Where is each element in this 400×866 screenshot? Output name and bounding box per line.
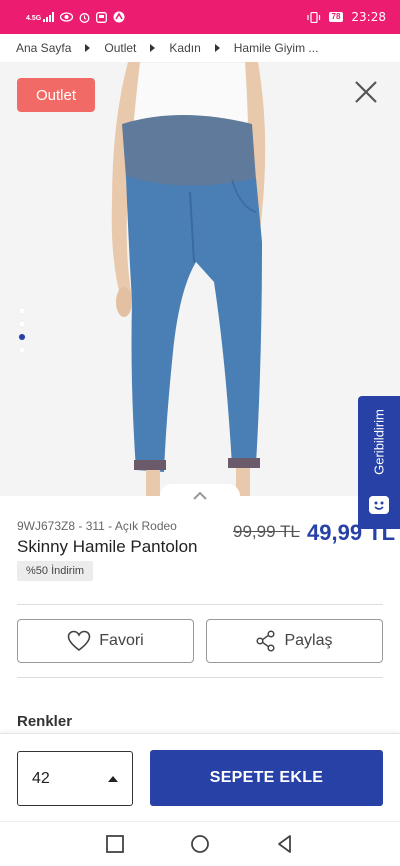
outlet-badge: Outlet: [17, 78, 95, 112]
gallery-pagination: [19, 308, 25, 353]
clock: 23:28: [351, 10, 386, 24]
chevron-up-icon: [193, 491, 207, 500]
breadcrumb-outlet[interactable]: Outlet: [104, 41, 136, 55]
gallery-dot[interactable]: [19, 308, 25, 314]
colors-heading: Renkler: [17, 713, 73, 730]
status-right: 78 23:28: [306, 10, 386, 24]
product-code: 9WJ673Z8 - 311 - Açık Rodeo: [17, 519, 177, 533]
favorite-button[interactable]: Favori: [17, 619, 194, 663]
product-photo: [111, 62, 266, 496]
status-left: 4.5G: [26, 11, 125, 23]
home-icon[interactable]: [190, 834, 210, 854]
system-nav-bar: [0, 821, 400, 866]
sale-price: 49,99 TL: [307, 520, 396, 545]
gallery-dot[interactable]: [19, 321, 25, 327]
product-image-gallery[interactable]: Outlet: [0, 62, 400, 496]
gallery-dot-active[interactable]: [19, 334, 25, 340]
feedback-label: Geribildirim: [371, 409, 387, 475]
expand-details-tab[interactable]: [160, 484, 240, 508]
status-bar: 4.5G 78 23:28: [0, 0, 400, 34]
smiley-icon: [369, 496, 389, 514]
old-price: 99,99 TL: [233, 522, 300, 541]
breadcrumb-women[interactable]: Kadın: [169, 41, 200, 55]
discount-badge: %50 İndirim: [17, 561, 94, 581]
product-title: Skinny Hamile Pantolon: [17, 537, 198, 556]
add-to-cart-button[interactable]: SEPETE EKLE: [150, 750, 383, 806]
breadcrumb-home[interactable]: Ana Sayfa: [16, 41, 71, 55]
divider: [17, 677, 383, 678]
vibrate-icon: [306, 11, 320, 23]
close-icon[interactable]: [352, 78, 380, 106]
breadcrumb: Ana Sayfa Outlet Kadın Hamile Giyim ...: [0, 34, 400, 62]
feedback-tab[interactable]: Geribildirim: [358, 396, 400, 529]
caret-up-icon: [108, 775, 118, 782]
signal-group: 4.5G: [26, 12, 55, 22]
bottom-action-bar: 42 SEPETE EKLE: [0, 733, 400, 821]
share-icon: [256, 630, 276, 652]
heart-icon: [67, 630, 91, 652]
back-icon[interactable]: [275, 834, 295, 854]
network-type: 4.5G: [26, 15, 42, 22]
recent-apps-icon[interactable]: [105, 834, 125, 854]
divider: [17, 604, 383, 605]
share-button[interactable]: Paylaş: [206, 619, 383, 663]
gallery-app-icon: [96, 11, 108, 23]
share-label: Paylaş: [284, 632, 333, 649]
size-value: 42: [32, 769, 50, 787]
alarm-icon: [79, 12, 90, 23]
gallery-dot[interactable]: [19, 347, 25, 353]
favorite-label: Favori: [99, 632, 144, 649]
eye-icon: [60, 12, 74, 22]
signal-icon: [43, 12, 55, 22]
chevron-right-icon: [85, 44, 91, 52]
battery-icon: 78: [328, 12, 344, 22]
breadcrumb-maternity[interactable]: Hamile Giyim ...: [234, 41, 319, 55]
app-logo-icon: [113, 11, 125, 23]
chevron-right-icon: [150, 44, 156, 52]
chevron-right-icon: [214, 44, 220, 52]
size-select[interactable]: 42: [17, 751, 133, 806]
